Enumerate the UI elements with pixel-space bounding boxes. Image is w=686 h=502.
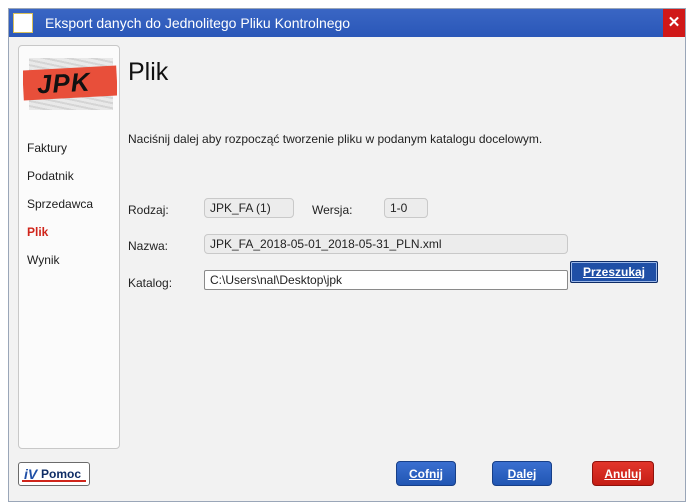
katalog-input[interactable]: C:\Users\nal\Desktop\jpk [204,270,568,290]
logo-text: JPK [36,66,92,100]
wersja-field: 1-0 [384,198,428,218]
rodzaj-field: JPK_FA (1) [204,198,294,218]
next-button[interactable]: Dalej [492,461,552,486]
step-nav: Faktury Podatnik Sprzedawca Plik Wynik [27,134,93,274]
back-button[interactable]: Cofnij [396,461,456,486]
katalog-label: Katalog: [128,276,173,290]
nav-item-plik[interactable]: Plik [27,218,93,246]
instruction-text: Naciśnij dalej aby rozpocząć tworzenie p… [128,132,543,146]
cancel-button[interactable]: Anuluj [592,461,654,486]
nazwa-field: JPK_FA_2018-05-01_2018-05-31_PLN.xml [204,234,568,254]
help-label: Pomoc [41,467,82,481]
page-title: Plik [128,58,169,86]
nazwa-label: Nazwa: [128,239,169,253]
help-button[interactable]: iV Pomoc [18,462,90,486]
close-button[interactable]: ✕ [663,9,685,37]
window-title: Eksport danych do Jednolitego Pliku Kont… [45,15,351,31]
nav-item-faktury[interactable]: Faktury [27,134,93,162]
rodzaj-label: Rodzaj: [128,203,169,217]
app-icon [13,13,33,33]
help-underline [22,480,86,482]
browse-button[interactable]: Przeszukaj [570,261,658,283]
title-bar[interactable]: Eksport danych do Jednolitego Pliku Kont… [9,9,685,37]
nav-item-wynik[interactable]: Wynik [27,246,93,274]
sidebar: JPK Faktury Podatnik Sprzedawca Plik Wyn… [18,45,120,449]
nav-item-podatnik[interactable]: Podatnik [27,162,93,190]
wersja-label: Wersja: [312,203,353,217]
nav-item-sprzedawca[interactable]: Sprzedawca [27,190,93,218]
jpk-logo: JPK [23,54,117,114]
